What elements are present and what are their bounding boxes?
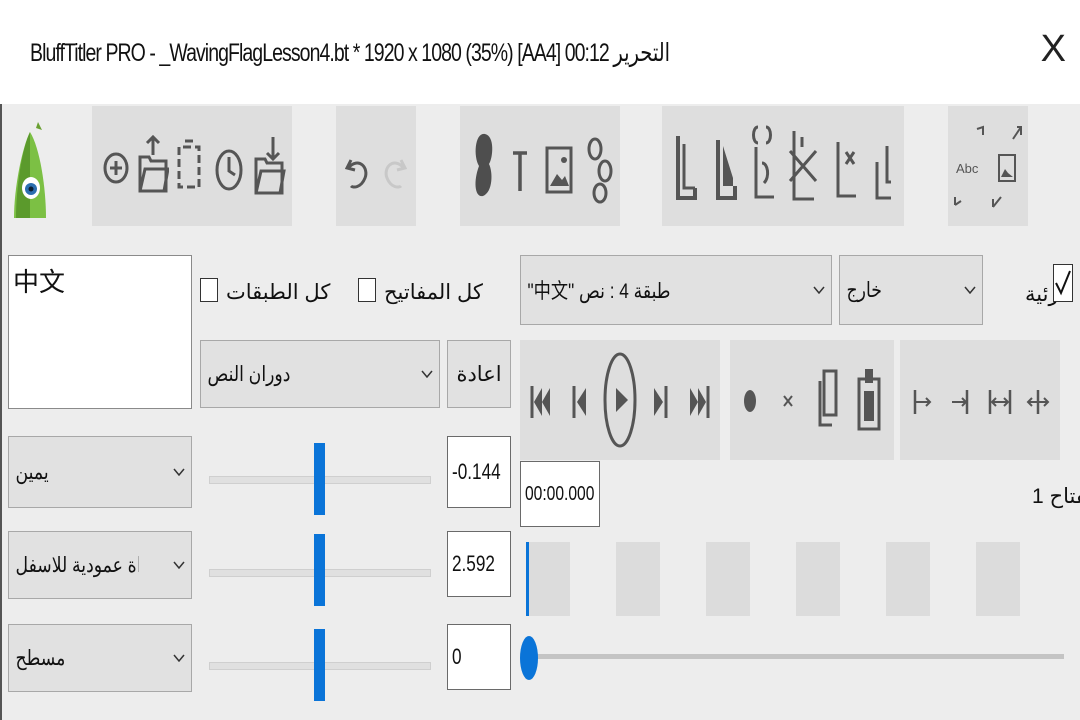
property-select-value: دوران النص bbox=[207, 362, 291, 386]
value-input[interactable]: -0.144 bbox=[447, 436, 511, 508]
window-title: BluffTitler PRO - _WavingFlagLesson4.bt … bbox=[30, 39, 671, 67]
horizontal-align-select[interactable]: يمين bbox=[8, 436, 192, 508]
horizontal-align-value: يمين bbox=[15, 460, 49, 484]
vertical-align-select[interactable]: محاذاة عمودية للاسفل bbox=[8, 531, 192, 599]
checkmark-icon bbox=[1055, 270, 1071, 296]
chevron-down-icon bbox=[807, 286, 831, 294]
picture-icon[interactable] bbox=[542, 142, 576, 198]
value-slider-thumb[interactable] bbox=[314, 534, 325, 606]
shape-icon[interactable] bbox=[468, 130, 498, 200]
chevron-down-icon bbox=[167, 468, 191, 476]
redo-icon[interactable] bbox=[380, 146, 410, 196]
center-range-icon[interactable] bbox=[1024, 384, 1052, 420]
text-icon[interactable] bbox=[508, 146, 532, 196]
chevron-down-icon bbox=[415, 370, 439, 378]
value-slider-thumb[interactable] bbox=[314, 443, 325, 515]
layer-link-icon[interactable] bbox=[748, 122, 780, 202]
crop-icon[interactable] bbox=[174, 136, 204, 196]
abc-label: Abc bbox=[956, 161, 979, 176]
outside-select-value: خارج bbox=[846, 278, 882, 302]
all-keys-checkbox[interactable] bbox=[358, 278, 376, 302]
window-border bbox=[0, 104, 2, 720]
app-logo-icon bbox=[12, 118, 48, 224]
next-key-icon[interactable] bbox=[650, 382, 670, 422]
fit-range-icon[interactable] bbox=[986, 384, 1014, 420]
layer-cut-icon[interactable] bbox=[786, 126, 820, 206]
play-icon[interactable] bbox=[600, 348, 640, 452]
text-editor[interactable]: 中文 bbox=[8, 255, 192, 409]
insert-toolbar-group bbox=[460, 106, 620, 226]
particles-icon[interactable] bbox=[584, 134, 616, 206]
range-controls bbox=[900, 340, 1060, 460]
property-select[interactable]: دوران النص bbox=[200, 340, 440, 408]
value-input[interactable]: 2.592 bbox=[447, 531, 511, 597]
layer-toolbar-group bbox=[662, 106, 904, 226]
chevron-down-icon bbox=[167, 561, 191, 569]
prev-key-icon[interactable] bbox=[570, 382, 590, 422]
time-input[interactable]: 00:00.000 bbox=[520, 461, 600, 527]
first-key-icon[interactable] bbox=[528, 382, 554, 422]
set-start-icon[interactable] bbox=[910, 384, 934, 420]
set-end-icon[interactable] bbox=[948, 384, 972, 420]
timeline[interactable] bbox=[526, 542, 1062, 616]
file-toolbar-group bbox=[92, 106, 292, 226]
visible-checkbox[interactable] bbox=[1053, 264, 1073, 302]
layer-select-value: "中文" طبقة 4 : نص bbox=[527, 280, 671, 303]
save-icon[interactable] bbox=[252, 132, 288, 196]
reset-button[interactable]: اعادة bbox=[447, 340, 511, 408]
key-label: مفتاح 1 bbox=[1032, 485, 1080, 508]
text-editor-value: 中文 bbox=[13, 267, 66, 297]
layer-fill-icon[interactable] bbox=[712, 136, 740, 202]
new-icon[interactable] bbox=[100, 150, 132, 186]
close-button[interactable]: X bbox=[1041, 30, 1066, 68]
style-select[interactable]: مسطح bbox=[8, 624, 192, 692]
key-controls bbox=[730, 340, 894, 460]
time-scrubber-track[interactable] bbox=[528, 654, 1064, 659]
view-toolbar-group: Abc bbox=[948, 106, 1028, 226]
chevron-down-icon bbox=[958, 286, 982, 294]
undo-icon[interactable] bbox=[342, 146, 372, 196]
timeline-cursor[interactable] bbox=[526, 542, 529, 616]
vertical-align-value: محاذاة عمودية للاسفل bbox=[15, 553, 139, 577]
all-layers-label: كل الطبقات bbox=[226, 281, 331, 304]
layer-select[interactable]: "中文" طبقة 4 : نص bbox=[520, 255, 832, 325]
text-size-icon[interactable]: Abc bbox=[952, 124, 988, 210]
copy-key-icon[interactable] bbox=[814, 366, 840, 430]
clock-icon[interactable] bbox=[212, 146, 246, 194]
outside-select[interactable]: خارج bbox=[839, 255, 983, 325]
all-layers-checkbox[interactable] bbox=[200, 278, 218, 302]
layer-delete-icon[interactable] bbox=[832, 136, 860, 202]
paste-key-icon[interactable] bbox=[854, 364, 884, 434]
style-select-value: مسطح bbox=[15, 646, 66, 670]
chevron-down-icon bbox=[167, 654, 191, 662]
history-toolbar-group bbox=[336, 106, 416, 226]
all-keys-label: كل المفاتيح bbox=[384, 281, 483, 304]
layer-add-icon[interactable] bbox=[672, 132, 700, 202]
last-key-icon[interactable] bbox=[686, 382, 712, 422]
playback-controls bbox=[520, 340, 720, 460]
open-icon[interactable] bbox=[136, 134, 170, 194]
value-slider-thumb[interactable] bbox=[314, 629, 325, 701]
value-input[interactable]: 0 bbox=[447, 624, 511, 690]
layer-small-icon[interactable] bbox=[870, 138, 896, 204]
delete-key-icon[interactable] bbox=[778, 388, 798, 414]
record-key-icon[interactable] bbox=[740, 386, 760, 416]
image-size-icon[interactable] bbox=[990, 124, 1024, 210]
time-scrubber-thumb[interactable] bbox=[520, 636, 538, 680]
